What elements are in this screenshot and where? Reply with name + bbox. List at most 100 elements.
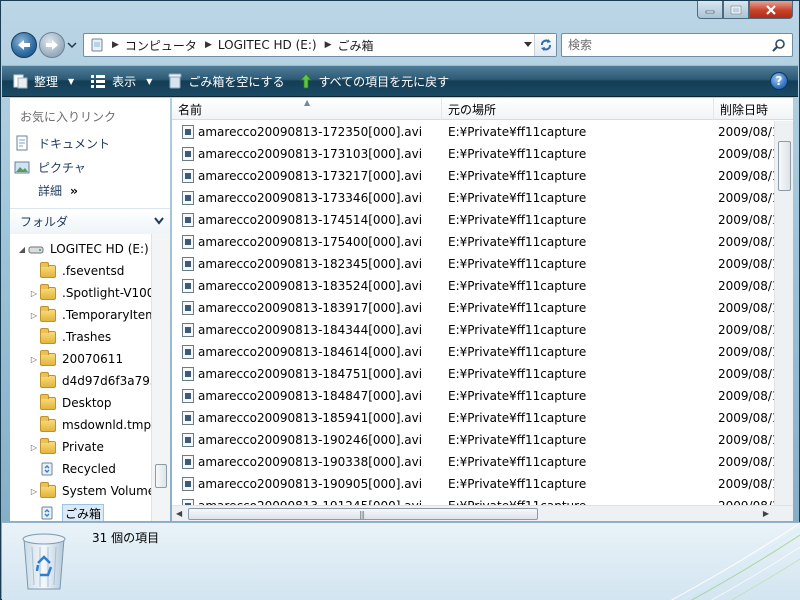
folder-tree-item[interactable]: d4d97d6f3a7933	[10, 370, 151, 392]
favorite-documents[interactable]: ドキュメント	[14, 132, 110, 154]
search-input[interactable]	[568, 38, 758, 52]
file-row[interactable]: amarecco20090813-184751[000].avi E:¥Priva…	[172, 363, 774, 385]
original-location: E:¥Private¥ff11capture	[448, 323, 587, 337]
file-name: amarecco20090813-190338[000].avi	[198, 455, 423, 469]
video-file-icon	[182, 389, 194, 403]
expand-arrow-icon[interactable]: ▷	[28, 289, 40, 298]
folder-tree-item[interactable]: Desktop	[10, 392, 151, 414]
folder-icon	[40, 284, 56, 300]
original-location: E:¥Private¥ff11capture	[448, 477, 587, 491]
close-button[interactable]	[749, 1, 793, 19]
search-icon[interactable]	[772, 38, 786, 52]
folder-tree-item[interactable]: .Trashes	[10, 326, 151, 348]
column-location-label: 元の場所	[448, 102, 497, 117]
file-name-cell: amarecco20090813-184751[000].avi	[172, 367, 442, 381]
expand-arrow-icon[interactable]: ◢	[16, 245, 28, 254]
file-name: amarecco20090813-174514[000].avi	[198, 213, 423, 227]
file-row[interactable]: amarecco20090813-183917[000].avi E:¥Priva…	[172, 297, 774, 319]
refresh-icon	[540, 39, 551, 51]
folder-tree-item[interactable]: ▷ 20070611	[10, 348, 151, 370]
folder-tree-label: .Trashes	[62, 330, 112, 344]
file-row[interactable]: amarecco20090813-175400[000].avi E:¥Priva…	[172, 231, 774, 253]
empty-recycle-bin-button[interactable]: ごみ箱を空にする	[162, 69, 290, 93]
column-header-name[interactable]: ▲ 名前	[172, 98, 442, 120]
address-dropdown-icon[interactable]	[524, 42, 532, 48]
file-name-cell: amarecco20090813-173346[000].avi	[172, 191, 442, 205]
scroll-right-icon[interactable]: ▶	[763, 509, 769, 518]
recycled-icon	[40, 462, 56, 476]
file-row[interactable]: amarecco20090813-190338[000].avi E:¥Priva…	[172, 451, 774, 473]
folder-tree-item[interactable]: ▷ System Volume	[10, 480, 151, 502]
address-bar[interactable]: ▶ コンピュータ ▶ LOGITEC HD (E:) ▶ ごみ箱	[83, 33, 557, 57]
vertical-scrollbar[interactable]	[774, 121, 793, 506]
breadcrumb-drive[interactable]: LOGITEC HD (E:)	[218, 38, 317, 52]
file-row[interactable]: amarecco20090813-182345[000].avi E:¥Priva…	[172, 253, 774, 275]
views-button[interactable]: 表示 ▼	[84, 69, 158, 93]
folder-tree-scrollbar[interactable]	[151, 234, 170, 521]
breadcrumb-recycle-bin[interactable]: ごみ箱	[338, 37, 374, 54]
file-row[interactable]: amarecco20090813-184614[000].avi E:¥Priva…	[172, 341, 774, 363]
file-row[interactable]: amarecco20090813-173103[000].avi E:¥Priva…	[172, 143, 774, 165]
vertical-scroll-thumb[interactable]	[778, 141, 791, 191]
navigation-pane: お気に入りリンク ドキュメント ピクチャ 詳細 ›› フォルダ ◢ LOGITEC…	[10, 98, 170, 521]
folder-icon	[40, 416, 56, 432]
video-file-icon	[182, 345, 194, 359]
file-name: amarecco20090813-185941[000].avi	[198, 411, 423, 425]
file-row[interactable]: amarecco20090813-184344[000].avi E:¥Priva…	[172, 319, 774, 341]
folders-header[interactable]: フォルダ	[10, 208, 170, 234]
folder-icon	[40, 262, 56, 278]
expand-arrow-icon[interactable]: ▷	[28, 487, 40, 496]
horizontal-scroll-thumb[interactable]: |||	[188, 508, 538, 520]
recent-pages-dropdown-icon[interactable]	[67, 40, 77, 50]
file-row[interactable]: amarecco20090813-190905[000].avi E:¥Priva…	[172, 473, 774, 495]
folder-tree-item[interactable]: Recycled	[10, 458, 151, 480]
expand-arrow-icon[interactable]: ▷	[28, 355, 40, 364]
folder-tree-item[interactable]: msdownld.tmp	[10, 414, 151, 436]
favorite-pictures[interactable]: ピクチャ	[14, 156, 86, 178]
refresh-button[interactable]	[534, 34, 556, 56]
horizontal-scrollbar[interactable]: ◀ ||| ▶	[172, 505, 793, 521]
expand-arrow-icon[interactable]: ▷	[28, 311, 40, 320]
folder-tree-item[interactable]: ▷ .TemporaryItems	[10, 304, 151, 326]
folder-tree-item[interactable]: .fseventsd	[10, 260, 151, 282]
folder-tree-item[interactable]: ◢ LOGITEC HD (E:)	[10, 238, 151, 260]
folder-tree-item[interactable]: ▷ .Spotlight-V100	[10, 282, 151, 304]
file-row[interactable]: amarecco20090813-173217[000].avi E:¥Priva…	[172, 165, 774, 187]
scroll-left-icon[interactable]: ◀	[176, 509, 182, 518]
file-row[interactable]: amarecco20090813-183524[000].avi E:¥Priva…	[172, 275, 774, 297]
minimize-button[interactable]	[697, 1, 723, 19]
maximize-button[interactable]	[723, 1, 749, 19]
video-file-icon	[182, 455, 194, 469]
video-file-icon	[182, 279, 194, 293]
folder-tree-item[interactable]: ごみ箱	[10, 502, 151, 521]
file-name-cell: amarecco20090813-183524[000].avi	[172, 279, 442, 293]
file-name-cell: amarecco20090813-184344[000].avi	[172, 323, 442, 337]
folder-tree-item[interactable]: ▷ Private	[10, 436, 151, 458]
file-row[interactable]: amarecco20090813-190246[000].avi E:¥Priva…	[172, 429, 774, 451]
breadcrumb-separator[interactable]: ▶	[205, 40, 212, 50]
file-row[interactable]: amarecco20090813-173346[000].avi E:¥Priva…	[172, 187, 774, 209]
search-box[interactable]	[561, 33, 793, 57]
breadcrumb-computer[interactable]: コンピュータ	[125, 37, 197, 54]
column-date-label: 削除日時	[720, 102, 769, 117]
help-button[interactable]: ?	[770, 72, 788, 90]
file-row[interactable]: amarecco20090813-174514[000].avi E:¥Priva…	[172, 209, 774, 231]
file-row[interactable]: amarecco20090813-185941[000].avi E:¥Priva…	[172, 407, 774, 429]
views-caret-icon: ▼	[146, 76, 153, 86]
file-row[interactable]: amarecco20090813-184847[000].avi E:¥Priva…	[172, 385, 774, 407]
column-header-date-deleted[interactable]: 削除日時	[714, 98, 793, 120]
file-name-cell: amarecco20090813-185941[000].avi	[172, 411, 442, 425]
file-row[interactable]: amarecco20090813-172350[000].avi E:¥Priva…	[172, 121, 774, 143]
file-name-cell: amarecco20090813-174514[000].avi	[172, 213, 442, 227]
back-button[interactable]	[11, 32, 37, 58]
more-links-button[interactable]: 詳細 ››	[38, 182, 78, 199]
breadcrumb-separator[interactable]: ▶	[325, 40, 332, 50]
folder-tree-scroll-thumb[interactable]	[155, 464, 167, 488]
restore-all-button[interactable]: すべての項目を元に戻す	[294, 69, 455, 93]
column-header-original-location[interactable]: 元の場所	[442, 98, 714, 120]
organize-button[interactable]: 整理 ▼	[6, 69, 80, 93]
forward-button[interactable]	[39, 32, 65, 58]
file-name: amarecco20090813-173346[000].avi	[198, 191, 423, 205]
expand-arrow-icon[interactable]: ▷	[28, 443, 40, 452]
date-deleted: 2009/08/1	[718, 411, 774, 425]
